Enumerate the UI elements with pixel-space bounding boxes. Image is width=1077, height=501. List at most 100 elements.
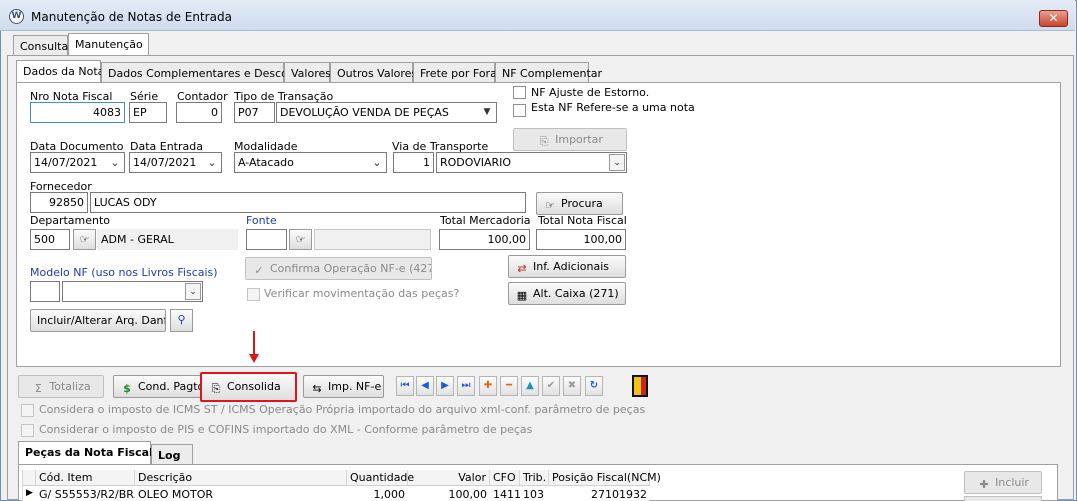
import-icon: ⎘ xyxy=(539,135,549,148)
nf-refere-checkbox[interactable] xyxy=(513,104,526,117)
via-transporte-value: RODOVIARIO xyxy=(440,156,512,169)
tab-valores[interactable]: Valores xyxy=(284,62,331,83)
consolida-button[interactable]: ⎘ Consolida xyxy=(200,372,297,402)
items-grid: Cód. Item Descrição Quantidade Valor CFO… xyxy=(22,470,661,501)
fonte-label: Fonte xyxy=(246,214,277,227)
departamento-code[interactable]: 500 xyxy=(30,229,70,250)
grid-col-quantidade[interactable]: Quantidade xyxy=(347,470,414,485)
grid-col-descricao[interactable]: Descrição xyxy=(135,470,347,485)
danfe-button[interactable]: Incluir/Alterar Arq. Danfe xyxy=(30,309,166,332)
annotation-arrow-head xyxy=(249,354,259,363)
grid-col-ncm[interactable]: Posição Fiscal(NCM) xyxy=(549,470,661,485)
pointing-hand-icon: ☞ xyxy=(295,233,306,246)
modalidade-select[interactable]: A-Atacado ⌄ xyxy=(234,152,387,173)
alt-caixa-button[interactable]: ▦ Alt. Caixa (271) xyxy=(508,282,626,305)
via-transporte-select[interactable]: RODOVIARIO ⌄ xyxy=(436,152,627,173)
cond-pagto-button[interactable]: $ Cond. Pagto xyxy=(113,375,201,398)
serie-input[interactable]: EP xyxy=(129,102,167,123)
grid-col-trib[interactable]: Trib. xyxy=(520,470,549,485)
exit-door-icon[interactable] xyxy=(632,375,648,397)
row-descricao: OLEO MOTOR xyxy=(138,488,214,501)
pointing-hand-icon: ☞ xyxy=(79,233,90,246)
row-cod-item: G/ S55553/R2/BR. xyxy=(39,488,135,501)
prior-record-icon[interactable]: ◀ xyxy=(416,376,434,396)
consolida-label: Consolida xyxy=(227,380,281,393)
importar-label: Importar xyxy=(555,133,603,146)
fornecedor-name[interactable]: LUCAS ODY xyxy=(90,192,526,213)
tipo-transacao-value: DEVOLUÇÃO VENDA DE PEÇAS xyxy=(280,106,449,119)
grid-col-cfo[interactable]: CFO xyxy=(490,470,520,485)
confirma-operacao-button[interactable]: ✓ Confirma Operação NF-e (427) xyxy=(245,257,432,280)
delete-record-icon[interactable]: ━ xyxy=(500,376,518,396)
row-quantidade: 1,000 xyxy=(373,488,406,501)
pointing-hand-icon: ☞ xyxy=(545,199,555,212)
imp-nfe-label: Imp. NF-e xyxy=(328,380,382,393)
insert-record-icon[interactable]: ✚ xyxy=(479,376,497,396)
chevron-down-icon: ⌄ xyxy=(609,154,625,171)
contador-input[interactable]: 0 xyxy=(176,102,222,123)
total-mercadoria-value: 100,00 xyxy=(439,229,530,250)
tab-nf-complementar[interactable]: NF Complementar xyxy=(495,62,602,83)
tab-outros-valores[interactable]: Outros Valores xyxy=(330,62,417,83)
last-record-icon[interactable]: ⏭ xyxy=(457,376,475,396)
search-button[interactable]: ⚲ xyxy=(170,309,193,332)
fonte-code[interactable] xyxy=(246,229,287,250)
incluir-label: Incluir xyxy=(995,476,1029,489)
via-transporte-code[interactable]: 1 xyxy=(393,152,434,173)
alt-caixa-label: Alt. Caixa (271) xyxy=(533,287,619,300)
data-entrada-picker[interactable]: 14/07/2021 ⌄ xyxy=(129,152,222,173)
chevron-down-icon: ⌄ xyxy=(185,283,201,300)
checkmark-icon: ✓ xyxy=(254,264,264,277)
inf-adicionais-label: Inf. Adicionais xyxy=(533,260,609,273)
tipo-transacao-select[interactable]: DEVOLUÇÃO VENDA DE PEÇAS ▼ xyxy=(276,102,497,123)
next-record-icon[interactable]: ▶ xyxy=(436,376,454,396)
verificar-checkbox[interactable] xyxy=(247,288,260,301)
nf-ajuste-checkbox[interactable] xyxy=(513,86,526,99)
table-row[interactable]: ▶ G/ S55553/R2/BR. OLEO MOTOR 1,000 100,… xyxy=(23,487,650,501)
search-icon: ⚲ xyxy=(177,313,186,326)
chevron-down-icon: ⌄ xyxy=(372,156,382,169)
confirma-label: Confirma Operação NF-e (427) xyxy=(270,262,432,275)
close-button[interactable]: ✕ xyxy=(1039,10,1068,27)
grid-col-valor[interactable]: Valor xyxy=(408,470,490,485)
pis-checkbox[interactable] xyxy=(21,424,34,437)
total-mercadoria-label: Total Mercadoria xyxy=(440,214,531,227)
cancel-record-icon[interactable]: ✖ xyxy=(563,376,581,396)
document-copy-icon: ⎘ xyxy=(211,382,221,395)
tab-dados-complementares[interactable]: Dados Complementares e Desconto xyxy=(101,62,306,83)
data-documento-picker[interactable]: 14/07/2021 ⌄ xyxy=(30,152,125,173)
window-title: Manutenção de Notas de Entrada xyxy=(31,10,232,24)
inf-adicionais-button[interactable]: ⇄ Inf. Adicionais xyxy=(508,255,626,278)
tipo-transacao-code[interactable]: P07 xyxy=(234,102,275,123)
fornecedor-code[interactable]: 92850 xyxy=(30,192,88,213)
pis-label: Considerar o imposto de PIS e COFINS imp… xyxy=(39,423,533,436)
icms-checkbox[interactable] xyxy=(21,404,34,417)
post-record-icon[interactable]: ✔ xyxy=(542,376,560,396)
tab-log[interactable]: Log xyxy=(151,444,193,465)
tab-consulta[interactable]: Consulta xyxy=(13,35,68,56)
tab-manutencao[interactable]: Manutenção xyxy=(68,33,149,56)
fonte-lookup-button[interactable]: ☞ xyxy=(289,229,312,250)
next-side-button[interactable] xyxy=(964,496,1042,501)
totaliza-button[interactable]: Σ Totaliza xyxy=(18,375,104,398)
departamento-lookup-button[interactable]: ☞ xyxy=(73,229,96,250)
chevron-down-icon: ⌄ xyxy=(110,156,120,169)
imp-nfe-button[interactable]: ⇆ Imp. NF-e xyxy=(303,375,384,398)
incluir-button[interactable]: ✚ Incluir xyxy=(964,471,1042,494)
nf-ajuste-label: NF Ajuste de Estorno. xyxy=(531,86,650,99)
refresh-icon[interactable]: ↻ xyxy=(585,376,603,396)
procura-button[interactable]: ☞ Procura xyxy=(536,192,623,215)
edit-record-icon[interactable]: ▲ xyxy=(521,376,539,396)
grid-col-cod-item[interactable]: Cód. Item xyxy=(36,470,135,485)
tab-frete-por-fora[interactable]: Frete por Fora xyxy=(413,62,497,83)
importar-button[interactable]: ⎘ Importar xyxy=(513,128,627,151)
total-nota-value: 100,00 xyxy=(536,229,626,250)
row-cfo: 1411 xyxy=(493,488,520,501)
modelo-nf-code[interactable] xyxy=(30,281,60,302)
tab-pecas-nota-fiscal[interactable]: Peças da Nota Fiscal xyxy=(18,441,153,465)
first-record-icon[interactable]: ⏮ xyxy=(396,376,414,396)
tab-dados-da-nota[interactable]: Dados da Nota xyxy=(16,60,104,83)
nro-nota-input[interactable]: 4083 xyxy=(30,102,125,123)
dollar-icon: $ xyxy=(123,382,131,395)
modelo-nf-select[interactable]: ⌄ xyxy=(62,281,203,302)
